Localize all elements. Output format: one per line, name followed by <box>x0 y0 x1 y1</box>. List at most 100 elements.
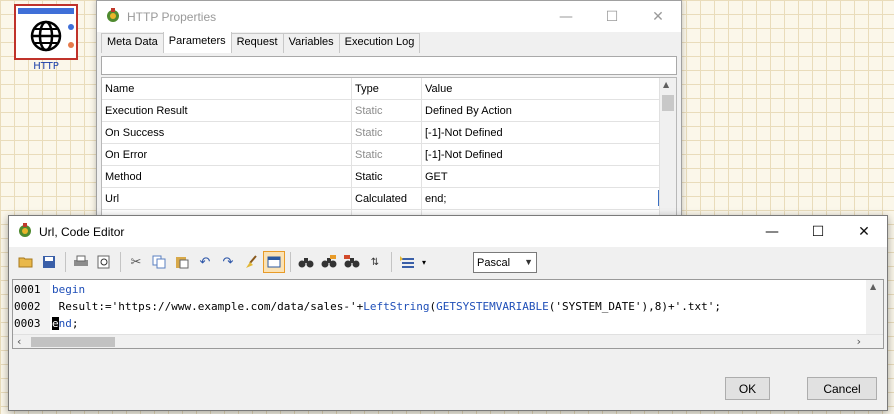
param-type: Calculated <box>352 188 422 209</box>
redo-button[interactable]: ↷ <box>217 251 239 273</box>
clear-button[interactable] <box>240 251 262 273</box>
param-value[interactable]: Defined By Action <box>422 100 676 121</box>
maximize-icon: ☐ <box>605 8 619 25</box>
param-name: On Success <box>102 122 352 143</box>
window-panel-icon <box>267 256 281 268</box>
grid-vertical-scrollbar[interactable]: ▲ <box>659 78 676 217</box>
minimize-icon: — <box>765 223 779 240</box>
code-line[interactable]: 0001 begin <box>13 281 85 298</box>
scroll-up-icon[interactable]: ▲ <box>870 282 876 291</box>
binoculars-icon <box>298 258 314 268</box>
undo-button[interactable]: ↶ <box>194 251 216 273</box>
cancel-button[interactable]: Cancel <box>807 377 877 400</box>
code-token: nd <box>58 317 72 330</box>
line-number: 0001 <box>14 283 41 296</box>
toolbar-separator <box>65 252 66 272</box>
code-token: ),8)+ <box>641 300 675 313</box>
tab-request[interactable]: Request <box>230 33 284 53</box>
code-line[interactable]: 0002 Result:='https://www.example.com/da… <box>13 298 721 315</box>
http-properties-window: HTTP Properties — ☐ ✕ Meta Data Paramete… <box>96 0 682 218</box>
paste-button[interactable] <box>171 251 193 273</box>
close-icon: ✕ <box>652 8 664 25</box>
print-preview-button[interactable] <box>93 251 115 273</box>
ok-button[interactable]: OK <box>725 377 770 400</box>
print-button[interactable] <box>70 251 92 273</box>
code-editor-window: Url, Code Editor — ☐ ✕ ✂ ↶ ↷ ⇅ ▾ Pascal … <box>8 215 888 411</box>
code-text: Result:='https://www.example.com/data/sa… <box>49 298 721 315</box>
scroll-up-icon[interactable]: ▲ <box>663 80 669 89</box>
language-select[interactable]: Pascal ▼ <box>473 252 537 273</box>
find-button[interactable] <box>295 251 317 273</box>
save-icon <box>43 256 55 268</box>
minimize-button[interactable]: — <box>749 216 795 247</box>
code-token: Result:= <box>52 300 112 313</box>
code-line[interactable]: 0003 end; <box>13 315 79 332</box>
code-editor[interactable]: 0001 begin 0002 Result:='https://www.examp… <box>12 279 884 349</box>
column-header-name[interactable]: Name <box>102 78 352 99</box>
filter-input[interactable] <box>101 56 677 75</box>
param-value[interactable]: [-1]-Not Defined <box>422 144 676 165</box>
goto-line-button[interactable]: ⇅ <box>364 251 386 273</box>
redo-icon: ↷ <box>222 254 234 270</box>
properties-titlebar[interactable]: HTTP Properties — ☐ ✕ <box>97 1 681 32</box>
table-row[interactable]: On Success Static [-1]-Not Defined <box>102 122 676 144</box>
scroll-thumb[interactable] <box>31 337 115 347</box>
column-header-type[interactable]: Type <box>352 78 422 99</box>
close-button[interactable]: ✕ <box>635 1 681 32</box>
param-name: Execution Result <box>102 100 352 121</box>
close-button[interactable]: ✕ <box>841 216 887 247</box>
scroll-thumb[interactable] <box>662 95 674 111</box>
table-row[interactable]: On Error Static [-1]-Not Defined <box>102 144 676 166</box>
replace-icon <box>344 255 360 268</box>
copy-button[interactable] <box>148 251 170 273</box>
code-token: 'SYSTEM_DATE' <box>555 300 642 313</box>
param-type: Static <box>352 122 422 143</box>
http-node[interactable] <box>14 4 78 60</box>
code-token: GETSYSTEMVARIABLE <box>436 300 549 313</box>
replace-button[interactable] <box>341 251 363 273</box>
insert-function-button[interactable] <box>396 251 418 273</box>
scroll-left-icon[interactable]: ‹ <box>17 335 21 348</box>
param-value[interactable]: [-1]-Not Defined <box>422 122 676 143</box>
tab-parameters[interactable]: Parameters <box>162 31 232 53</box>
chevron-down-icon: ▾ <box>421 257 426 267</box>
table-row[interactable]: Method Static GET <box>102 166 676 188</box>
table-row[interactable]: Execution Result Static Defined By Actio… <box>102 100 676 122</box>
open-file-button[interactable] <box>15 251 37 273</box>
maximize-button[interactable]: ☐ <box>589 1 635 32</box>
code-token: 'https://www.example.com/data/sales-' <box>111 300 357 313</box>
node-header-bar <box>18 8 74 14</box>
success-port[interactable] <box>68 24 74 30</box>
error-port[interactable] <box>68 42 74 48</box>
tab-execution-log[interactable]: Execution Log <box>338 33 421 53</box>
scroll-right-icon[interactable]: › <box>857 335 861 348</box>
printer-icon <box>74 255 88 266</box>
maximize-button[interactable]: ☐ <box>795 216 841 247</box>
insert-function-dropdown[interactable]: ▾ <box>419 251 429 273</box>
param-value-cell[interactable]: end; ... <box>422 188 676 209</box>
editor-titlebar[interactable]: Url, Code Editor — ☐ ✕ <box>9 216 887 247</box>
param-name: On Error <box>102 144 352 165</box>
table-row[interactable]: Url Calculated end; ... <box>102 188 676 210</box>
broom-icon <box>246 255 257 268</box>
param-type: Static <box>352 166 422 187</box>
toolbar-separator <box>120 252 121 272</box>
save-button[interactable] <box>38 251 60 273</box>
code-text: begin <box>49 281 85 298</box>
find-next-button[interactable] <box>318 251 340 273</box>
tab-meta-data[interactable]: Meta Data <box>101 33 164 53</box>
language-value: Pascal <box>477 256 511 269</box>
minimize-button[interactable]: — <box>543 1 589 32</box>
editor-horizontal-scrollbar[interactable]: ‹ › <box>13 334 883 348</box>
find-next-icon <box>321 255 337 268</box>
column-header-value[interactable]: Value <box>422 78 676 99</box>
globe-icon <box>30 20 62 55</box>
tab-variables[interactable]: Variables <box>282 33 340 53</box>
editor-vertical-scrollbar[interactable]: ▲ <box>866 280 883 336</box>
window-title: Url, Code Editor <box>39 224 125 239</box>
param-value[interactable]: GET <box>422 166 676 187</box>
cut-button[interactable]: ✂ <box>125 251 147 273</box>
toggle-panel-button[interactable] <box>263 251 285 273</box>
parameters-grid: Name Type Value Execution Result Static … <box>101 77 677 217</box>
line-number: 0003 <box>14 317 41 330</box>
